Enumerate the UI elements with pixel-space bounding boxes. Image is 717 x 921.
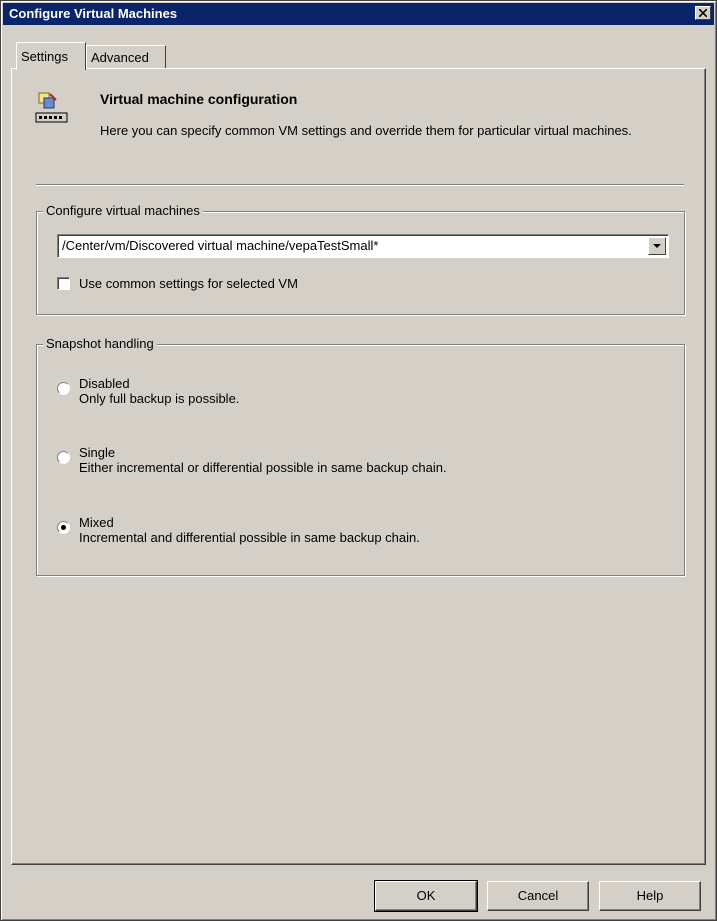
close-button[interactable] [695,6,711,20]
page-title: Virtual machine configuration [100,91,298,107]
help-button[interactable]: Help [599,881,701,911]
radio-mixed-title: Mixed [79,515,114,530]
window-title: Configure Virtual Machines [9,6,178,21]
dropdown-button[interactable] [648,237,666,255]
settings-panel: Virtual machine configuration Here you c… [11,68,706,865]
tab-settings[interactable]: Settings [16,42,86,70]
radio-disabled[interactable] [57,382,70,395]
radio-single-title: Single [79,445,116,460]
title-bar[interactable]: Configure Virtual Machines [3,3,714,25]
common-settings-checkbox[interactable] [57,277,70,290]
snapshot-handling-legend: Snapshot handling [43,336,157,351]
configure-vm-legend: Configure virtual machines [43,203,203,218]
close-icon [699,9,707,17]
radio-disabled-title: Disabled [79,376,130,391]
vm-select-dropdown[interactable]: /Center/vm/Discovered virtual machine/ve… [57,234,669,258]
radio-mixed[interactable] [57,521,70,534]
common-settings-label: Use common settings for selected VM [79,276,298,291]
ok-button[interactable]: OK [374,880,478,912]
radio-single[interactable] [57,451,70,464]
cancel-button[interactable]: Cancel [487,881,589,911]
radio-mixed-description: Incremental and differential possible in… [79,530,420,545]
tab-settings-label: Settings [21,49,68,64]
radio-disabled-description: Only full backup is possible. [79,391,240,406]
configure-vm-group: Configure virtual machines /Center/vm/Di… [36,203,685,315]
vm-select-value: /Center/vm/Discovered virtual machine/ve… [62,238,379,253]
radio-single-description: Either incremental or differential possi… [79,460,447,475]
snapshot-handling-group: Snapshot handling Disabled Only full bac… [36,336,685,576]
dialog-window: Configure Virtual Machines Settings Adva… [0,0,717,921]
vm-config-icon [35,92,68,123]
divider [36,184,684,186]
tab-advanced-label: Advanced [91,50,149,65]
tab-advanced[interactable]: Advanced [86,45,166,69]
chevron-down-icon [653,244,661,248]
page-description: Here you can specify common VM settings … [100,123,632,138]
